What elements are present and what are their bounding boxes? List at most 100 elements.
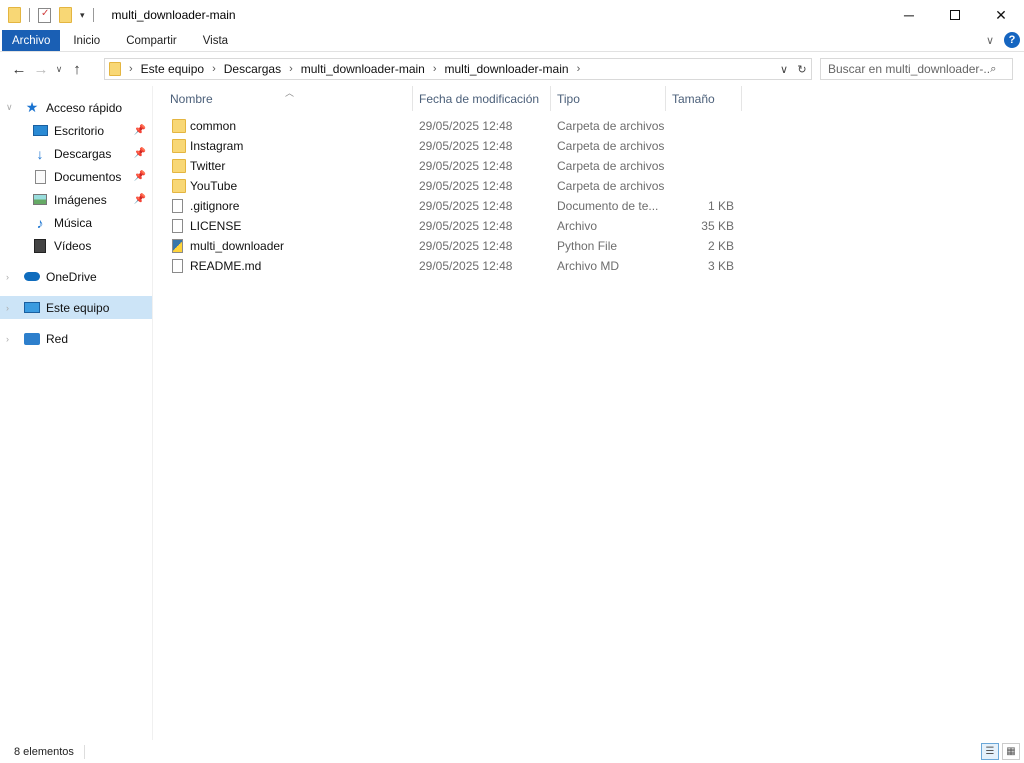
video-icon (32, 238, 48, 253)
folder-icon (109, 62, 121, 76)
breadcrumb-separator[interactable]: › (289, 63, 293, 75)
expand-chevron-icon[interactable]: › (6, 272, 9, 282)
file-type: Carpeta de archivos (557, 139, 665, 153)
file-date: 29/05/2025 12:48 (419, 259, 513, 273)
file-date: 29/05/2025 12:48 (419, 119, 513, 133)
list-item[interactable]: .gitignore 29/05/2025 12:48 Documento de… (164, 196, 744, 216)
list-item[interactable]: README.md 29/05/2025 12:48 Archivo MD 3 … (164, 256, 744, 276)
file-date: 29/05/2025 12:48 (419, 139, 513, 153)
pane-divider[interactable] (152, 86, 153, 740)
pictures-icon (32, 193, 48, 207)
properties-icon[interactable] (38, 7, 51, 23)
breadcrumb-este-equipo[interactable]: Este equipo (141, 62, 204, 76)
breadcrumb-separator[interactable]: › (577, 63, 581, 75)
tab-vista[interactable]: Vista (190, 30, 241, 51)
sidebar-item-descargas[interactable]: ↓ Descargas 📌 (0, 142, 152, 165)
file-icon (172, 219, 183, 233)
title-bar: ▾ multi_downloader-main ─ ✕ (0, 0, 1024, 30)
file-date: 29/05/2025 12:48 (419, 159, 513, 173)
pin-icon: 📌 (133, 194, 146, 205)
help-icon[interactable]: ? (1004, 32, 1020, 48)
list-item[interactable]: Twitter 29/05/2025 12:48 Carpeta de arch… (164, 156, 744, 176)
sidebar-item-musica[interactable]: ♪ Música (0, 211, 152, 234)
file-icon (172, 259, 183, 273)
file-type: Archivo MD (557, 259, 620, 273)
large-icons-view-icon[interactable]: ▦ (1002, 743, 1020, 760)
file-size: 2 KB (707, 239, 734, 253)
list-item[interactable]: common 29/05/2025 12:48 Carpeta de archi… (164, 116, 744, 136)
list-item[interactable]: multi_downloader 29/05/2025 12:48 Python… (164, 236, 744, 256)
sidebar-item-este-equipo[interactable]: › Este equipo (0, 296, 152, 319)
breadcrumb-separator[interactable]: › (433, 63, 437, 75)
breadcrumb-descargas[interactable]: Descargas (224, 62, 281, 76)
column-header-fecha[interactable]: Fecha de modificación (413, 86, 551, 111)
list-item[interactable]: YouTube 29/05/2025 12:48 Carpeta de arch… (164, 176, 744, 196)
navigation-bar: ← → ∨ ↑ › Este equipo › Descargas › mult… (0, 54, 1024, 84)
file-type: Carpeta de archivos (557, 119, 665, 133)
close-button[interactable]: ✕ (978, 0, 1024, 30)
sidebar-item-escritorio[interactable]: Escritorio 📌 (0, 119, 152, 142)
tab-inicio[interactable]: Inicio (60, 30, 113, 51)
search-box[interactable]: ⌕ (820, 58, 1013, 80)
sidebar-item-videos[interactable]: Vídeos (0, 234, 152, 257)
maximize-button[interactable] (932, 0, 978, 30)
column-header-nombre[interactable]: Nombre (164, 86, 413, 111)
item-count: 8 elementos (14, 745, 74, 758)
details-view-icon[interactable]: ☰ (981, 743, 999, 760)
forward-arrow-icon[interactable]: → (30, 61, 52, 78)
sidebar-item-onedrive[interactable]: › OneDrive (0, 265, 152, 288)
navigation-pane: ∨ ★ Acceso rápido Escritorio 📌 ↓ Descarg… (0, 96, 152, 736)
refresh-icon[interactable]: ↻ (793, 63, 811, 76)
file-size: 35 KB (701, 219, 734, 233)
recent-locations-icon[interactable]: ∨ (52, 64, 66, 75)
customize-toolbar-icon[interactable]: ▾ (80, 10, 85, 21)
tab-compartir[interactable]: Compartir (113, 30, 189, 51)
folder-icon (172, 179, 186, 193)
file-date: 29/05/2025 12:48 (419, 219, 513, 233)
file-size: 3 KB (707, 259, 734, 273)
desktop-icon (32, 124, 48, 138)
expand-chevron-icon[interactable]: › (6, 334, 9, 344)
sidebar-item-documentos[interactable]: Documentos 📌 (0, 165, 152, 188)
expand-chevron-icon[interactable]: › (6, 303, 9, 313)
window-controls: ─ ✕ (886, 0, 1024, 30)
sidebar-item-label: Escritorio (54, 123, 105, 138)
new-folder-icon[interactable] (59, 7, 72, 23)
network-icon (24, 332, 40, 346)
address-dropdown-icon[interactable]: ∨ (775, 63, 793, 76)
view-switcher: ☰ ▦ (981, 743, 1020, 760)
list-item[interactable]: Instagram 29/05/2025 12:48 Carpeta de ar… (164, 136, 744, 156)
breadcrumb-multi-downloader-main[interactable]: multi_downloader-main (301, 62, 425, 76)
column-header-tamano[interactable]: Tamaño (666, 86, 742, 111)
sidebar-item-label: OneDrive (46, 269, 97, 284)
file-date: 29/05/2025 12:48 (419, 199, 513, 213)
documents-icon (32, 169, 48, 184)
sidebar-item-acceso-rapido[interactable]: ∨ ★ Acceso rápido (0, 96, 152, 119)
sidebar-item-red[interactable]: › Red (0, 327, 152, 350)
expand-ribbon-icon[interactable]: ∨ (986, 34, 994, 47)
file-name: multi_downloader (190, 239, 285, 253)
star-icon: ★ (25, 99, 39, 115)
tab-archivo[interactable]: Archivo (2, 30, 61, 51)
breadcrumb-separator: › (129, 63, 133, 75)
column-header-tipo[interactable]: Tipo (551, 86, 666, 111)
breadcrumb-multi-downloader-main-current[interactable]: multi_downloader-main (445, 62, 569, 76)
sidebar-item-label: Documentos (54, 169, 122, 184)
list-item[interactable]: LICENSE 29/05/2025 12:48 Archivo 35 KB (164, 216, 744, 236)
minimize-button[interactable]: ─ (886, 0, 932, 30)
file-type: Carpeta de archivos (557, 179, 665, 193)
toolbar-divider (29, 8, 30, 22)
address-actions: ∨ ↻ (775, 59, 811, 79)
sidebar-item-label: Imágenes (54, 192, 107, 207)
sidebar-item-label: Vídeos (54, 238, 92, 253)
search-icon[interactable]: ⌕ (990, 63, 1006, 76)
text-file-icon (172, 199, 183, 213)
search-input[interactable] (828, 62, 991, 76)
up-arrow-icon[interactable]: ↑ (66, 61, 88, 78)
breadcrumb-separator[interactable]: › (212, 63, 216, 75)
file-size: 1 KB (707, 199, 734, 213)
expand-chevron-icon[interactable]: ∨ (6, 102, 13, 113)
address-bar[interactable]: › Este equipo › Descargas › multi_downlo… (104, 58, 812, 80)
back-arrow-icon[interactable]: ← (8, 61, 30, 78)
sidebar-item-imagenes[interactable]: Imágenes 📌 (0, 188, 152, 211)
